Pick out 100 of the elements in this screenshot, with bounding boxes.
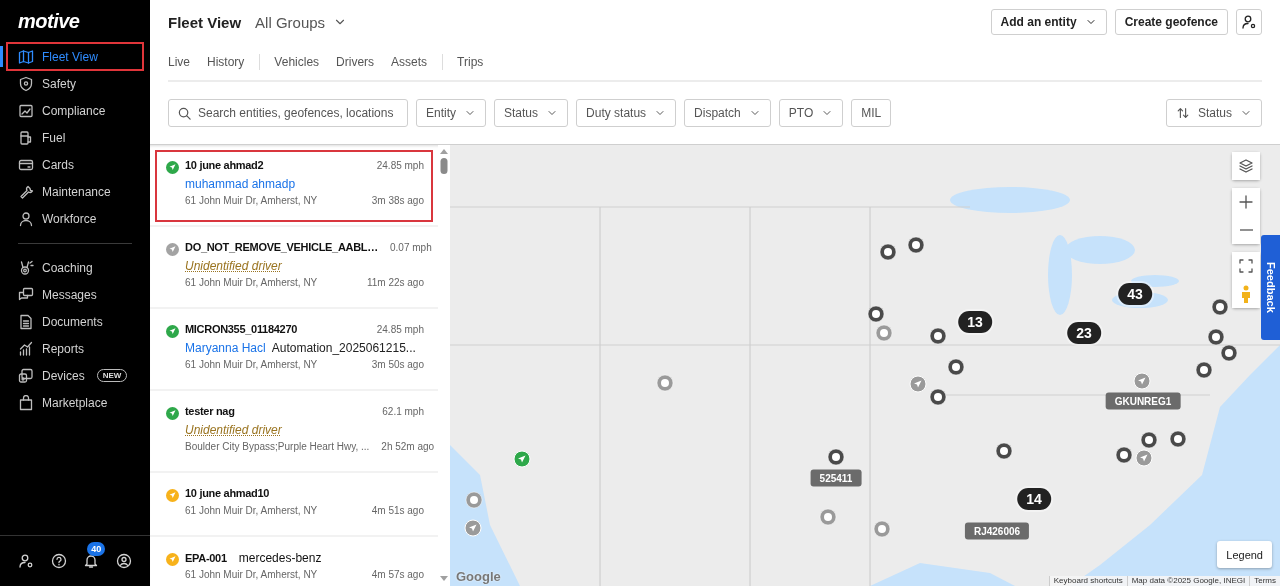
nav-item[interactable]: Marketplace xyxy=(7,389,143,416)
vehicle-location: 61 John Muir Dr, Amherst, NY xyxy=(185,195,318,206)
medal-icon xyxy=(18,259,34,276)
action-button[interactable]: Create geofence xyxy=(1114,9,1228,35)
tab[interactable]: Assets xyxy=(391,55,428,69)
notification-badge: 40 xyxy=(87,542,106,556)
driver-link[interactable]: Unidentified driver xyxy=(185,259,282,273)
nav-item[interactable]: Fuel xyxy=(7,124,143,151)
nav-item[interactable]: Fleet View xyxy=(7,43,143,70)
fullscreen-button[interactable] xyxy=(1232,252,1260,280)
search-field[interactable]: Search entities, geofences, locations xyxy=(168,99,408,127)
tab[interactable]: History xyxy=(207,55,245,69)
person-gear-icon xyxy=(1241,14,1257,30)
plus-icon xyxy=(1238,194,1254,210)
vehicle-marker-icon[interactable] xyxy=(1195,361,1213,379)
driver-link[interactable]: Unidentified driver xyxy=(185,423,282,437)
vehicle-marker-icon[interactable] xyxy=(947,358,965,376)
cluster-marker[interactable]: 23 xyxy=(1067,322,1101,344)
last-update-time: 2h 52m ago xyxy=(381,441,435,452)
feedback-tab[interactable]: Feedback xyxy=(1261,235,1280,340)
vehicle-model: mercedes-benz xyxy=(238,551,322,565)
vehicle-speed: 62.1 mph xyxy=(382,406,424,417)
moving-vehicle-icon[interactable] xyxy=(1133,372,1151,390)
zoom-in-button[interactable] xyxy=(1232,188,1260,216)
tab[interactable]: Vehicles xyxy=(274,55,320,69)
bar-chart-icon xyxy=(18,340,34,357)
selection-indicator xyxy=(0,46,3,67)
filter-dropdown[interactable]: Entity xyxy=(416,99,486,127)
filter-dropdown[interactable]: Status xyxy=(494,99,569,127)
vehicle-marker-icon[interactable] xyxy=(929,327,947,345)
nav-item[interactable]: Reports xyxy=(7,335,143,362)
filter-dropdown[interactable]: MIL xyxy=(851,99,892,127)
vehicle-marker-icon[interactable] xyxy=(1115,446,1133,464)
vehicle-marker-icon[interactable] xyxy=(875,324,893,342)
user-settings-button[interactable] xyxy=(1236,9,1262,35)
cluster-marker[interactable]: 13 xyxy=(958,311,992,333)
vehicle-marker-icon[interactable] xyxy=(873,520,891,538)
vehicle-name: 10 june ahmad10 xyxy=(185,487,270,499)
vehicle-speed: 24.85 mph xyxy=(376,324,424,335)
moving-vehicle-icon[interactable] xyxy=(513,450,531,468)
nav-item[interactable]: Maintenance xyxy=(7,178,143,205)
vehicle-tag: Automation_2025061215... xyxy=(271,341,416,355)
tab[interactable]: Live xyxy=(168,55,190,69)
vehicle-marker-icon[interactable] xyxy=(465,491,483,509)
nav-item[interactable]: Devices NEW xyxy=(7,362,143,389)
vehicle-name: 10 june ahmad2 xyxy=(185,159,264,171)
layers-button[interactable] xyxy=(1232,152,1260,180)
attribution-link[interactable]: Terms xyxy=(1249,576,1280,586)
vehicle-card[interactable]: 10 june ahmad2 24.85 mph muhammad ahmadp 61 John Muir Dr, Amherst, NY 3m 38s ago xyxy=(150,145,438,227)
driver-link[interactable]: Maryanna Hacl xyxy=(185,341,266,355)
zoom-out-button[interactable] xyxy=(1232,216,1260,244)
vehicle-marker-icon[interactable] xyxy=(1169,430,1187,448)
search-icon xyxy=(177,105,192,121)
layers-icon xyxy=(1238,158,1254,174)
tab[interactable]: Drivers xyxy=(336,55,375,69)
nav-item[interactable]: Compliance xyxy=(7,97,143,124)
filter-dropdown[interactable]: Dispatch xyxy=(684,99,771,127)
user-avatar-icon xyxy=(115,553,132,569)
vehicle-location: 61 John Muir Dr, Amherst, NY xyxy=(185,359,318,370)
vehicle-marker-icon[interactable] xyxy=(1220,344,1238,362)
vehicle-marker-icon[interactable] xyxy=(1207,328,1225,346)
vehicle-marker-icon[interactable] xyxy=(907,236,925,254)
vehicle-marker-icon[interactable] xyxy=(929,388,947,406)
cluster-marker[interactable]: 14 xyxy=(1017,488,1051,510)
last-update-time: 4m 57s ago xyxy=(371,569,424,580)
driver-link[interactable]: muhammad ahmadp xyxy=(185,177,296,191)
vehicle-marker-icon[interactable] xyxy=(827,448,845,466)
person-icon xyxy=(18,210,34,227)
filter-dropdown[interactable]: PTO xyxy=(778,99,844,127)
wrench-icon xyxy=(18,183,34,200)
vehicle-location: Boulder City Bypass;Purple Heart Hwy, ... xyxy=(185,441,370,452)
filter-dropdown[interactable]: Duty status xyxy=(576,99,677,127)
vehicle-marker-icon[interactable] xyxy=(879,243,897,261)
vehicle-marker-icon[interactable] xyxy=(1211,298,1229,316)
nav-item[interactable]: Messages xyxy=(7,281,143,308)
chat-icon xyxy=(18,286,34,303)
cluster-marker[interactable]: 43 xyxy=(1118,283,1152,305)
nav-item[interactable]: Cards xyxy=(7,151,143,178)
vehicle-marker-icon[interactable] xyxy=(1140,431,1158,449)
pegman-icon xyxy=(1240,285,1252,303)
vehicle-marker-icon[interactable] xyxy=(995,442,1013,460)
tab[interactable]: Trips xyxy=(457,55,484,69)
vehicle-marker-icon[interactable] xyxy=(819,508,837,526)
legend-button[interactable]: Legend xyxy=(1217,541,1272,568)
vehicle-marker-icon[interactable] xyxy=(656,374,674,392)
moving-vehicle-icon[interactable] xyxy=(464,519,482,537)
last-update-time: 11m 22s ago xyxy=(366,277,424,288)
nav-item[interactable]: Documents xyxy=(7,308,143,335)
sort-button[interactable]: Status xyxy=(1165,99,1262,127)
group-picker[interactable]: All Groups xyxy=(255,13,348,31)
nav-item[interactable]: Workforce xyxy=(7,205,143,232)
attribution-link[interactable]: Keyboard shortcuts xyxy=(1048,576,1127,586)
nav-item[interactable]: Safety xyxy=(7,70,143,97)
help-icon xyxy=(50,553,67,569)
nav-item[interactable]: Coaching xyxy=(7,254,143,281)
vehicle-name: MICRON355_01184270 xyxy=(185,323,297,335)
person-settings-icon xyxy=(18,553,35,569)
action-button[interactable]: Add an entity xyxy=(990,9,1107,35)
page-title: Fleet View xyxy=(168,13,242,31)
vehicle-marker-icon[interactable] xyxy=(867,305,885,323)
